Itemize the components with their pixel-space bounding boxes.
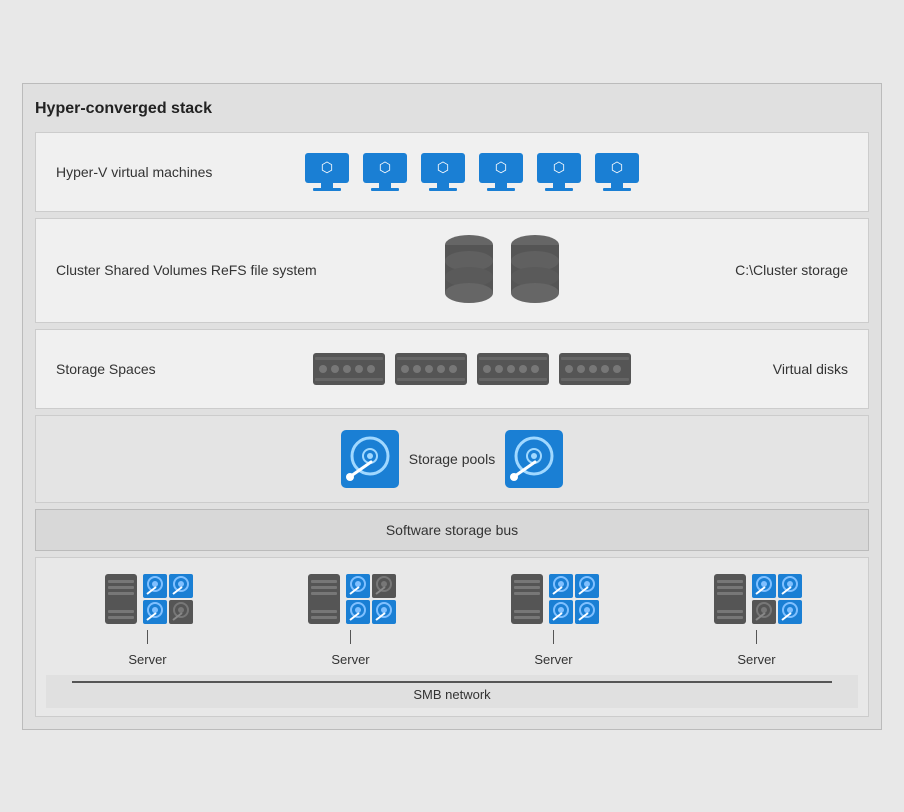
diagram-title: Hyper-converged stack [35, 96, 869, 122]
storage-pools-layer: Storage pools [35, 415, 869, 503]
storage-spaces-label: Storage Spaces [56, 361, 256, 377]
monitor-icon-3: ⬡ [419, 151, 467, 193]
hyperv-icons: ⬡ ⬡ ⬡ [256, 151, 688, 193]
server-1-label: Server [128, 652, 166, 667]
software-bus-layer: Software storage bus [35, 509, 869, 551]
server-2-disks [346, 574, 396, 624]
server-3-label: Server [534, 652, 572, 667]
csv-right-label: C:\Cluster storage [688, 262, 848, 278]
server-unit-4 [712, 572, 802, 626]
svg-text:⬡: ⬡ [321, 159, 333, 175]
storage-spaces-layer: Storage Spaces [35, 329, 869, 409]
storage-pools-icons: Storage pools [216, 430, 688, 488]
server-1-disks [143, 574, 193, 624]
servers-row: Server [46, 572, 858, 667]
server-1-tick [147, 630, 148, 644]
server-item-1: Server [103, 572, 193, 667]
server-tower-4 [712, 572, 748, 626]
svg-text:⬡: ⬡ [379, 159, 391, 175]
storage-pools-label: Storage pools [409, 451, 495, 467]
svg-text:⬡: ⬡ [611, 159, 623, 175]
servers-layer: Server [35, 557, 869, 717]
hdd-blue-icon-2 [505, 430, 563, 488]
monitor-icon-4: ⬡ [477, 151, 525, 193]
monitor-icon-2: ⬡ [361, 151, 409, 193]
server-tower-3 [509, 572, 545, 626]
hyperv-label: Hyper-V virtual machines [56, 164, 256, 180]
csv-label: Cluster Shared Volumes ReFS file system [56, 262, 317, 278]
disk-rack-3 [477, 353, 549, 385]
monitor-icon-6: ⬡ [593, 151, 641, 193]
storage-spaces-icons [256, 353, 688, 385]
smb-line [72, 681, 832, 683]
monitor-icon-5: ⬡ [535, 151, 583, 193]
server-item-3: Server [509, 572, 599, 667]
disk-rack-2 [395, 353, 467, 385]
monitor-icon-1: ⬡ [303, 151, 351, 193]
svg-text:⬡: ⬡ [553, 159, 565, 175]
disk-rack-4 [559, 353, 631, 385]
software-bus-label: Software storage bus [386, 522, 518, 538]
smb-label: SMB network [52, 687, 852, 702]
server-unit-3 [509, 572, 599, 626]
server-3-tick [553, 630, 554, 644]
server-tower-1 [103, 572, 139, 626]
smb-network: SMB network [46, 675, 858, 708]
server-unit-2 [306, 572, 396, 626]
server-4-disks [752, 574, 802, 624]
hdd-blue-icon-1 [341, 430, 399, 488]
server-unit-1 [103, 572, 193, 626]
server-item-2: Server [306, 572, 396, 667]
server-4-label: Server [737, 652, 775, 667]
database-icon-1 [441, 233, 497, 308]
hyperv-layer: Hyper-V virtual machines ⬡ ⬡ [35, 132, 869, 212]
svg-text:⬡: ⬡ [495, 159, 507, 175]
server-item-4: Server [712, 572, 802, 667]
server-3-disks [549, 574, 599, 624]
csv-icons [317, 233, 688, 308]
csv-layer: Cluster Shared Volumes ReFS file system … [35, 218, 869, 323]
server-tower-2 [306, 572, 342, 626]
disk-rack-1 [313, 353, 385, 385]
storage-spaces-right-label: Virtual disks [688, 361, 848, 377]
server-2-tick [350, 630, 351, 644]
svg-text:⬡: ⬡ [437, 159, 449, 175]
server-2-label: Server [331, 652, 369, 667]
diagram-container: Hyper-converged stack Hyper-V virtual ma… [22, 83, 882, 730]
server-4-tick [756, 630, 757, 644]
database-icon-2 [507, 233, 563, 308]
